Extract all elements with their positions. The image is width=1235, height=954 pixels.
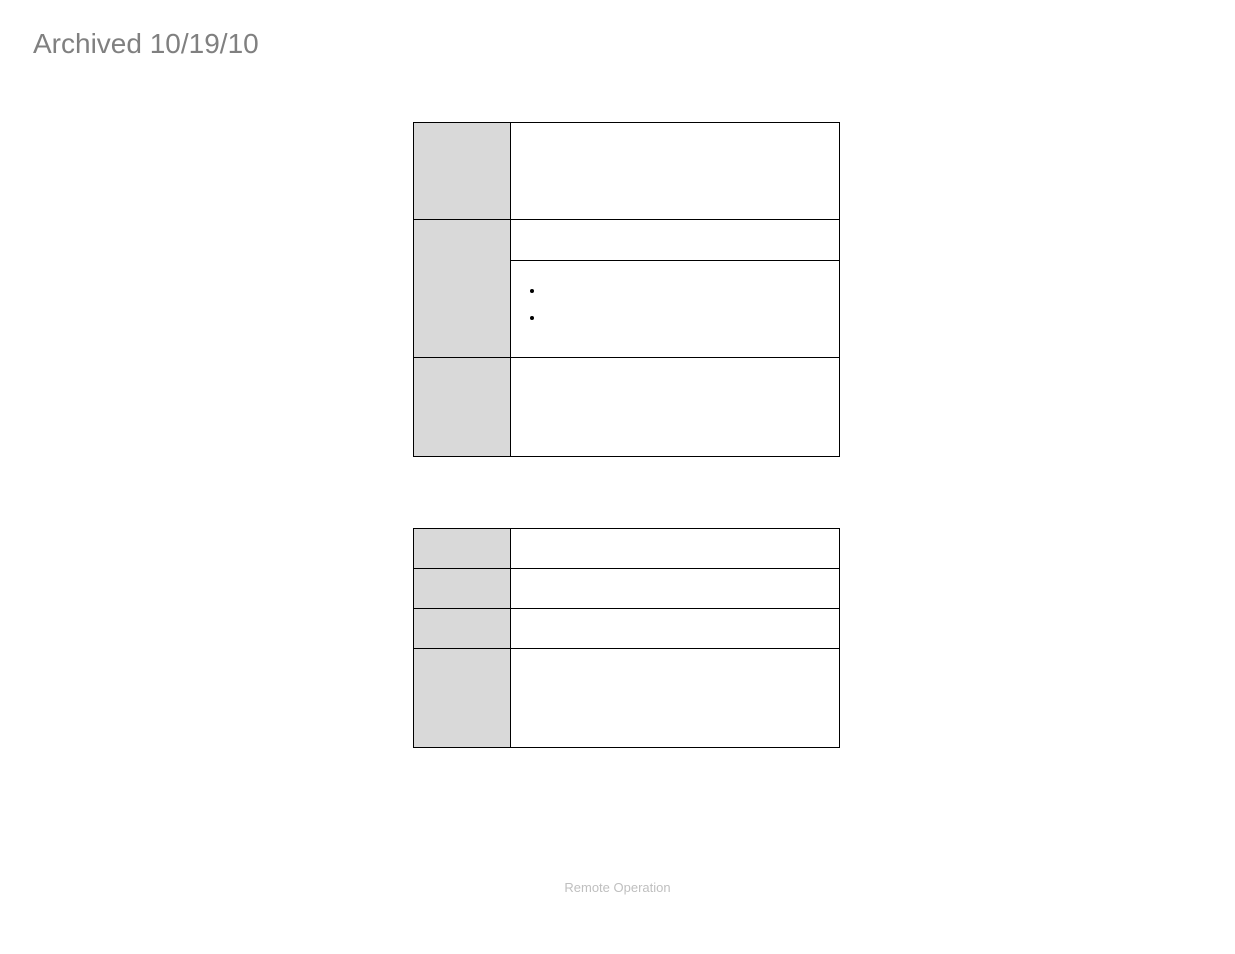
- footer-text: Remote Operation: [0, 880, 1235, 895]
- bullet-item: [545, 304, 829, 331]
- table-row: [414, 609, 840, 649]
- table-1: [413, 122, 840, 457]
- table-row: [414, 529, 840, 569]
- table-row: [414, 358, 840, 457]
- table-cell-left: [414, 529, 511, 569]
- table-cell-left: [414, 569, 511, 609]
- table-row: [414, 220, 840, 261]
- table-cell-right: [511, 649, 840, 748]
- table-cell-left: [414, 609, 511, 649]
- table-cell-right: [511, 123, 840, 220]
- table-cell-right: [511, 220, 840, 261]
- table-cell-left: [414, 220, 511, 358]
- table-row: [414, 569, 840, 609]
- table-cell-left: [414, 358, 511, 457]
- table-cell-right: [511, 358, 840, 457]
- table-cell-right: [511, 609, 840, 649]
- table-cell-right: [511, 569, 840, 609]
- archived-header: Archived 10/19/10: [33, 28, 259, 60]
- table-cell-right: [511, 529, 840, 569]
- table-cell-right: [511, 261, 840, 358]
- bullet-item: [545, 277, 829, 304]
- bullet-list: [521, 277, 829, 330]
- table-cell-left: [414, 649, 511, 748]
- table-row: [414, 649, 840, 748]
- table-row: [414, 123, 840, 220]
- table-cell-left: [414, 123, 511, 220]
- table-2: [413, 528, 840, 748]
